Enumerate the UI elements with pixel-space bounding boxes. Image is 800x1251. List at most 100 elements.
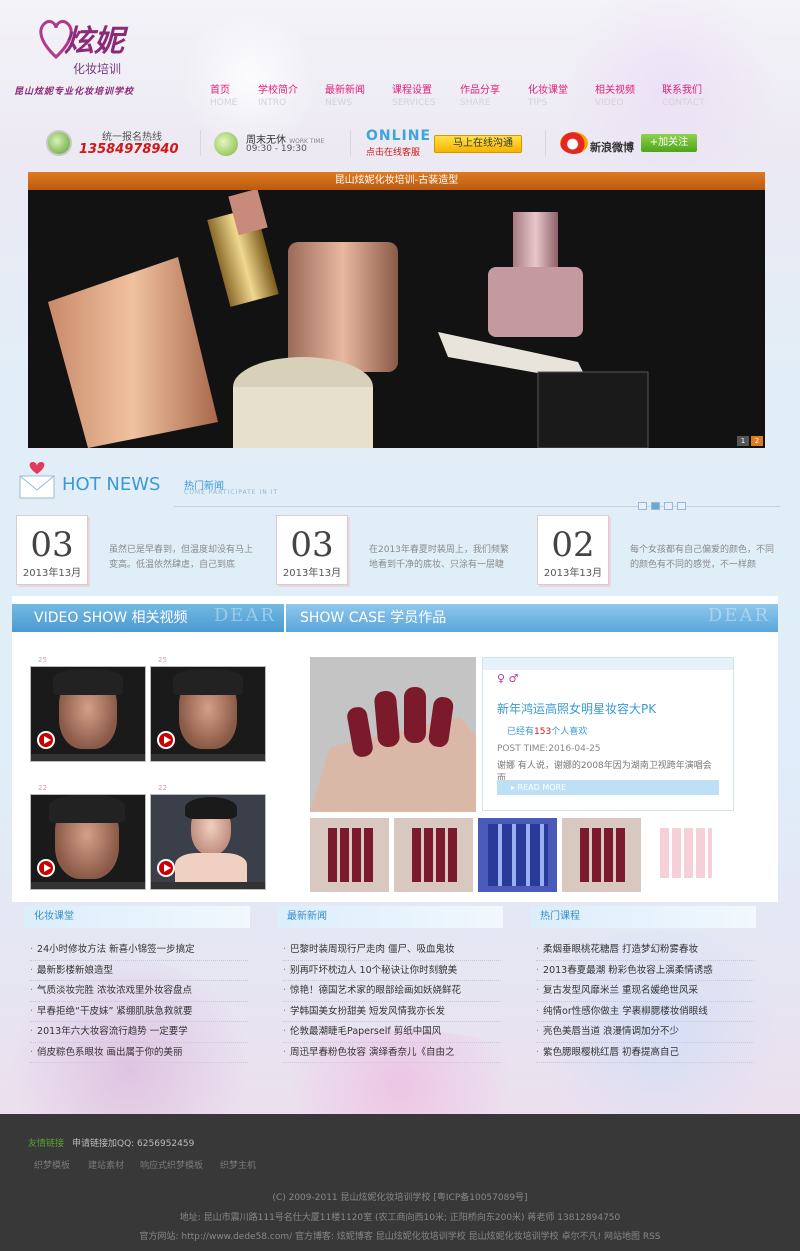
list-item[interactable]: 2013春夏最潮 粉彩色妆容上演柔情诱惑: [536, 961, 754, 981]
list-item[interactable]: 柔烟垂眼桃花糖唇 打造梦幻粉雾春妆: [536, 940, 754, 961]
date-day: 03: [290, 525, 334, 565]
weibo-icon: [560, 132, 588, 154]
list-item[interactable]: 别再吓坏枕边人 10个秘诀让你时刻貌美: [283, 961, 501, 981]
follow-button[interactable]: +加关注: [641, 134, 697, 152]
video-index: 25: [158, 656, 167, 664]
play-icon[interactable]: [37, 859, 55, 877]
showcase-thumbnail[interactable]: [478, 818, 557, 892]
gender-icon: ♀ ♂: [497, 672, 519, 685]
hair-image: [185, 797, 237, 819]
site-header: 炫妮 化妆培训 昆山炫妮专业化妆培训学校 首页 HOME 学校简介 INTRO 最新…: [0, 0, 800, 170]
news-card[interactable]: 03 2013年13月 虽然已是早春到，但温度却没有马上变高。低温依然肆虐，自己到…: [16, 515, 261, 585]
footer-link[interactable]: 建站素材: [88, 1158, 124, 1171]
list-item[interactable]: 学韩国美女扮甜美 短发风情我亦长发: [283, 1002, 501, 1022]
nav-share[interactable]: 作品分享 SHARE: [460, 86, 520, 109]
showcase-thumbnail[interactable]: [310, 818, 389, 892]
play-icon[interactable]: [157, 859, 175, 877]
nav-tips[interactable]: 化妆课堂 TIPS: [528, 85, 588, 109]
news-tabs: [634, 500, 686, 513]
list-item[interactable]: 纯情or性感你做主 学裹柳腮楼妆俏眼线: [536, 1002, 754, 1022]
column-title[interactable]: 热门课程: [530, 906, 756, 928]
column-title[interactable]: 化妆课堂: [24, 906, 250, 928]
showcase-thumbnail[interactable]: [394, 818, 473, 892]
nav-label: 相关视频: [595, 85, 635, 96]
news-snippet[interactable]: 在2013年春夏时装周上，我们频繁地看到千净的底妆、只涂有一层睫: [369, 543, 517, 573]
list-item[interactable]: 最新影楼新娘造型: [30, 961, 248, 981]
news-tab[interactable]: [664, 502, 673, 510]
pager-dot[interactable]: 1: [737, 436, 749, 446]
article-list: 24小时修妆方法 新喜小锦签一步搞定 最新影楼新娘造型 气质淡妆完胜 浓妆浓戏里…: [30, 940, 248, 1063]
play-icon[interactable]: [37, 731, 55, 749]
nav-label-en: NEWS: [325, 98, 353, 108]
list-item[interactable]: 24小时修妆方法 新喜小锦签一步搞定: [30, 940, 248, 961]
list-item[interactable]: 紫色腮眼樱桃红唇 初春提高自己: [536, 1043, 754, 1063]
showcase-main-image[interactable]: [310, 657, 476, 812]
news-snippet[interactable]: 虽然已是早春到，但温度却没有马上变高。低温依然肆虐，自己到底: [109, 543, 257, 573]
list-item[interactable]: 伦敦最潮睫毛Paperself 剪纸中国风: [283, 1022, 501, 1043]
showcase-thumbnail[interactable]: [646, 818, 725, 892]
column-title[interactable]: 最新新闻: [277, 906, 503, 928]
list-item[interactable]: 复古发型风靡米兰 重现名媛绝世风采: [536, 981, 754, 1002]
friend-links-apply: 申请链接加QQ: 6256952459: [72, 1139, 195, 1149]
list-item[interactable]: 2013年六大妆容流行趋势 一定要学: [30, 1022, 248, 1043]
news-tab[interactable]: [677, 502, 686, 510]
showcase-info-panel: ♀ ♂ 新年鸿运高照女明星妆容大PK 已经有153个人喜欢 POST TIME:…: [482, 657, 734, 811]
list-item[interactable]: 巴黎时装周现行尸走肉 僵尸、吸血鬼妆: [283, 940, 501, 961]
list-item[interactable]: 早春拒绝“干皮妹” 紧绷肌肤急救就要: [30, 1002, 248, 1022]
article-list: 巴黎时装周现行尸走肉 僵尸、吸血鬼妆 别再吓坏枕边人 10个秘诀让你时刻貌美 惊…: [283, 940, 501, 1063]
phone-icon: [46, 130, 72, 156]
date-year-month: 2013年13月: [282, 568, 342, 579]
hair-image: [49, 795, 125, 823]
envelope-heart-icon: [18, 460, 56, 500]
list-item[interactable]: 周迅早春粉色妆容 演绎香奈儿《自由之: [283, 1043, 501, 1063]
online-chat-button[interactable]: 马上在线沟通: [434, 135, 522, 153]
video-thumbnail[interactable]: [30, 794, 146, 890]
list-item[interactable]: 亮色美唇当道 浪漫情调加分不少: [536, 1022, 754, 1043]
showcase-thumbnail[interactable]: [562, 818, 641, 892]
play-icon[interactable]: [157, 731, 175, 749]
pager-dot[interactable]: 2: [751, 436, 763, 446]
footer-link[interactable]: 织梦模板: [34, 1158, 70, 1171]
hotline-number: 13584978940: [79, 142, 179, 157]
news-card[interactable]: 03 2013年13月 在2013年春夏时装周上，我们频繁地看到千净的底妆、只涂有…: [276, 515, 521, 585]
nav-contact[interactable]: 联系我们 CONTACT: [662, 85, 722, 109]
news-tab[interactable]: [638, 502, 647, 510]
video-thumbnail[interactable]: [150, 666, 266, 762]
nav-services[interactable]: 课程设置 SERVICES: [392, 85, 452, 109]
panel-header-bar: [483, 658, 733, 670]
nav-news[interactable]: 最新新闻 NEWS: [325, 86, 385, 109]
nav-label: 联系我们: [662, 85, 702, 96]
nav-video[interactable]: 相关视频 VIDEO: [595, 85, 655, 109]
hero-banner[interactable]: 昆山炫妮化妆培训-古装造型 12: [28, 172, 765, 448]
nav-label-en: INTRO: [258, 98, 287, 108]
list-item[interactable]: 俏皮粽色系眼妆 画出属于你的美丽: [30, 1043, 248, 1063]
news-card[interactable]: 02 2013年13月 每个女孩都有自己偏爱的颜色，不同的颜色有不同的感觉，不一样…: [537, 515, 782, 585]
nav-intro[interactable]: 学校简介 INTRO: [258, 86, 318, 109]
likes-prefix: 已经有: [507, 727, 535, 737]
showcase-section: VIDEO SHOW 相关视频 DEAR SHOW CASE 学员作品 DEAR 2…: [12, 596, 778, 902]
list-item[interactable]: 气质淡妆完胜 浓妆浓戏里外妆容盘点: [30, 981, 248, 1002]
likes-suffix: 个人喜欢: [551, 727, 588, 737]
news-snippet[interactable]: 每个女孩都有自己偏爱的颜色，不同的颜色有不同的感觉，不一样颜: [630, 543, 778, 573]
clock-icon: [214, 132, 238, 156]
footer-link[interactable]: 织梦主机: [220, 1158, 256, 1171]
read-more-button[interactable]: ▸ READ MORE: [497, 780, 719, 795]
online-service-link[interactable]: 点击在线客服: [366, 145, 420, 158]
logo-slogan: 昆山炫妮专业化妆培训学校: [14, 87, 135, 97]
nav-label: 课程设置: [392, 85, 432, 96]
logo-title[interactable]: 炫妮: [64, 16, 124, 60]
copyright-text: (C) 2009-2011 昆山炫妮化妆培训学校 [粤ICP备10057089号…: [272, 1193, 528, 1203]
showcase-item-title[interactable]: 新年鸿运高照女明星妆容大PK: [497, 700, 656, 717]
weibo-label[interactable]: 新浪微博: [590, 139, 634, 155]
footer-link[interactable]: 响应式织梦模板: [140, 1158, 203, 1171]
video-thumbnail[interactable]: [30, 666, 146, 762]
news-tab[interactable]: [651, 502, 660, 510]
video-thumbnail[interactable]: [150, 794, 266, 890]
post-time: POST TIME:2016-04-25: [497, 744, 601, 754]
video-show-title: VIDEO SHOW 相关视频: [34, 610, 188, 626]
logo-subtitle: 化妆培训: [73, 62, 122, 76]
online-logo: ONLINE: [366, 128, 432, 144]
list-item[interactable]: 惊艳！德国艺术家的眼部绘画如妖娆鲜花: [283, 981, 501, 1002]
nav-label-en: VIDEO: [595, 98, 624, 108]
nav-label: 化妆课堂: [528, 85, 568, 96]
